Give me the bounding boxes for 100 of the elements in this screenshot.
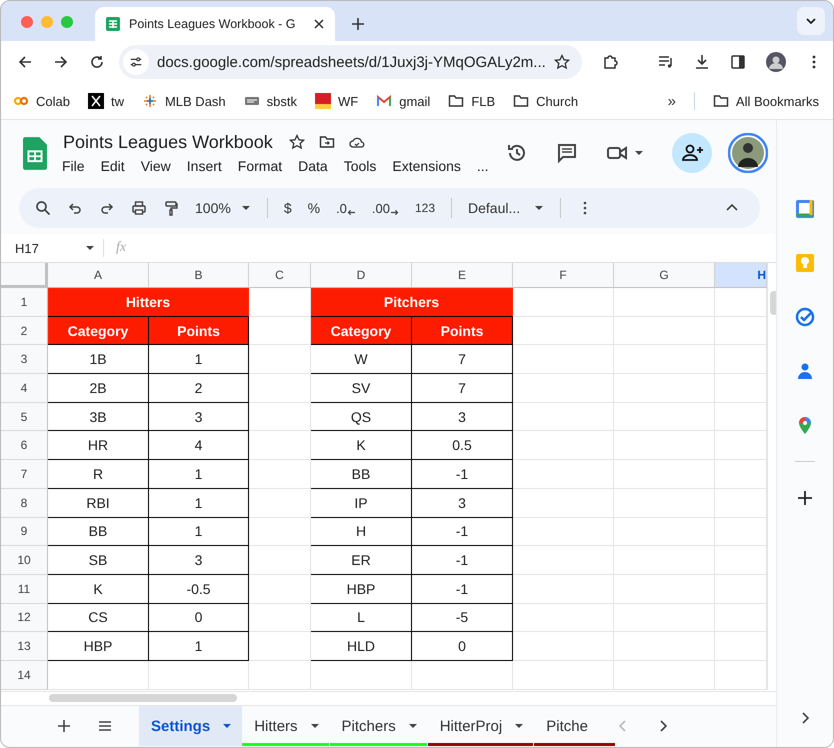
address-bar[interactable]: docs.google.com/spreadsheets/d/1Juxj3j-YMqOGALy2m... — [119, 45, 582, 79]
row-header[interactable]: 12 — [1, 604, 48, 632]
close-icon[interactable] — [313, 18, 325, 30]
all-bookmarks-button[interactable]: All Bookmarks — [712, 93, 819, 109]
row-header[interactable]: 8 — [1, 488, 48, 518]
move-folder-icon[interactable] — [318, 134, 335, 150]
menu-item[interactable]: Insert — [186, 156, 228, 174]
row-header[interactable]: 14 — [1, 660, 48, 690]
row-header[interactable]: 10 — [1, 546, 48, 575]
print-icon[interactable] — [131, 200, 147, 216]
sheet-tab[interactable]: HitterProj — [428, 706, 534, 746]
more-bookmarks-button[interactable]: » — [668, 92, 676, 110]
row-header[interactable]: 13 — [1, 632, 48, 661]
name-box[interactable]: H17 — [15, 240, 103, 256]
download-icon[interactable] — [694, 54, 710, 70]
new-tab-icon[interactable] — [351, 17, 365, 31]
row-header[interactable]: 11 — [1, 574, 48, 604]
person-icon[interactable] — [795, 361, 815, 381]
empty-cell — [249, 488, 311, 518]
row-header[interactable]: 1 — [1, 288, 48, 317]
reload-icon[interactable] — [89, 54, 105, 70]
row-header[interactable]: 9 — [1, 518, 48, 546]
percent-button[interactable]: % — [308, 200, 320, 216]
right-arrow-icon — [390, 208, 399, 216]
bookmark[interactable]: FLB — [448, 93, 496, 109]
decrease-decimal-button[interactable]: .0 — [336, 200, 356, 216]
account-avatar[interactable] — [728, 133, 768, 173]
column-header[interactable]: G — [614, 263, 715, 288]
add-sheet-icon[interactable] — [57, 719, 71, 733]
bookmark[interactable]: Colab — [13, 93, 70, 109]
empty-cell — [249, 431, 311, 460]
profile-avatar[interactable] — [766, 52, 786, 72]
bookmark[interactable]: Church — [513, 93, 578, 109]
menu-item[interactable]: Edit — [100, 156, 131, 174]
empty-cell — [249, 632, 311, 661]
scrollbar-thumb[interactable] — [770, 291, 776, 315]
table-cell: 1 — [149, 518, 249, 546]
add-icon[interactable] — [797, 490, 813, 506]
search-icon[interactable] — [35, 200, 51, 216]
star-icon[interactable] — [554, 54, 570, 70]
scrollbar-thumb[interactable] — [49, 694, 237, 702]
row-header[interactable]: 7 — [1, 460, 48, 489]
zoom-dropdown[interactable]: 100% — [195, 200, 251, 216]
column-header[interactable]: F — [513, 263, 614, 288]
menu-item[interactable]: ... — [476, 156, 495, 174]
calendar-icon[interactable] — [795, 199, 815, 219]
extensions-icon[interactable] — [602, 54, 618, 70]
sheet-tab[interactable]: Settings — [139, 706, 242, 746]
column-header[interactable]: B — [149, 263, 249, 288]
history-icon[interactable] — [506, 142, 528, 164]
table-cell: HLD — [311, 632, 412, 661]
bookmark[interactable]: sbstk — [244, 93, 298, 109]
side-panel-icon[interactable] — [730, 54, 746, 70]
row-header[interactable]: 4 — [1, 374, 48, 403]
document-title[interactable]: Points Leagues Workbook — [63, 132, 273, 152]
table-cell: 3B — [48, 402, 149, 432]
menu-item[interactable]: File — [62, 156, 91, 174]
bookmark[interactable]: tw — [88, 93, 124, 109]
column-header[interactable]: E — [412, 263, 513, 288]
increase-decimal-button[interactable]: .00 — [372, 200, 399, 216]
table-cell: 1B — [48, 345, 149, 374]
paint-format-icon[interactable] — [163, 200, 179, 216]
sheet-tab[interactable]: Hitters — [242, 706, 330, 746]
star-icon[interactable] — [288, 134, 305, 150]
sheets-logo-icon[interactable] — [23, 136, 47, 170]
table-cell: -0.5 — [149, 574, 249, 604]
row-header[interactable]: 3 — [1, 345, 48, 374]
menu-item[interactable]: Extensions — [392, 156, 467, 174]
number-format-button[interactable]: 123 — [414, 201, 436, 215]
bookmark[interactable]: MLB Dash — [142, 93, 226, 109]
row-header[interactable]: 5 — [1, 402, 48, 432]
bookmark[interactable]: WF — [315, 93, 358, 109]
menu-item[interactable]: View — [140, 156, 177, 174]
share-button[interactable] — [672, 133, 712, 173]
media-icon[interactable] — [658, 54, 674, 70]
site-settings-icon[interactable] — [123, 49, 149, 75]
menu-item[interactable]: Tools — [344, 156, 382, 174]
back-icon[interactable] — [17, 54, 33, 70]
browser-tab[interactable]: Points Leagues Workbook - G — [95, 7, 335, 41]
font-dropdown[interactable]: Defaul... — [468, 200, 544, 216]
tasks-icon[interactable] — [795, 307, 815, 327]
sheet-tab[interactable]: Pitchers — [330, 706, 428, 746]
table-cell: 2B — [48, 374, 149, 403]
bookmark[interactable]: gmail — [376, 93, 430, 109]
menu-item[interactable]: Format — [238, 156, 288, 174]
menu-item[interactable]: Data — [298, 156, 334, 174]
column-header[interactable]: A — [48, 263, 149, 288]
table-cell: IP — [311, 488, 412, 518]
comment-icon[interactable] — [556, 142, 578, 164]
tab-search-button[interactable] — [797, 7, 825, 35]
sheet-tab[interactable]: Pitche — [534, 706, 616, 746]
forward-icon[interactable] — [53, 54, 69, 70]
column-header[interactable]: C — [249, 263, 311, 288]
row-header[interactable]: 6 — [1, 431, 48, 460]
table-cell: HBP — [311, 574, 412, 604]
column-header[interactable]: H — [715, 263, 767, 288]
row-header[interactable]: 2 — [1, 316, 48, 346]
column-header[interactable]: D — [311, 263, 412, 288]
menu-icon[interactable] — [97, 718, 113, 734]
currency-button[interactable]: $ — [284, 200, 292, 216]
